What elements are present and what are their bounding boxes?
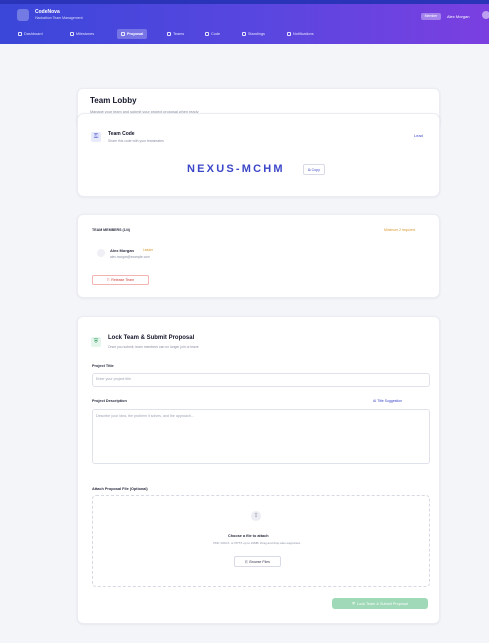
members-warning: Minimum 2 required xyxy=(384,228,415,232)
nav-label: Standings xyxy=(248,32,265,36)
bell-icon xyxy=(287,32,291,36)
team-code-value: NEXUS-MCHM xyxy=(187,163,285,175)
brand-name: CodeNova xyxy=(35,9,60,15)
team-code-subtitle: Share this code with your teammates xyxy=(108,139,164,143)
lock-icon: ⛨ xyxy=(91,337,101,347)
grid-icon xyxy=(18,32,22,36)
copy-code-button[interactable]: ⧉ Copy xyxy=(303,164,325,175)
submit-proposal-label: Lock Team & Submit Proposal xyxy=(357,601,408,606)
project-description-placeholder: Describe your idea, the problem it solve… xyxy=(96,414,194,418)
project-title-label: Project Title xyxy=(92,364,114,368)
team-code-card xyxy=(77,113,440,197)
member-name: Alex Morgan xyxy=(110,248,135,253)
document-icon xyxy=(121,32,125,36)
copy-label: Copy xyxy=(311,167,320,172)
release-team-label: Release Team xyxy=(111,278,135,282)
copy-icon: ⧉ xyxy=(308,167,311,172)
member-role-badge: Leader xyxy=(143,248,153,252)
main-nav: Dashboard Milestones Proposal Teams Code… xyxy=(15,29,485,39)
trophy-icon xyxy=(242,32,246,36)
member-avatar xyxy=(97,249,105,257)
nav-item-code[interactable]: Code xyxy=(205,29,220,39)
nav-label: Teams xyxy=(173,32,185,36)
flag-icon xyxy=(70,32,74,36)
upload-icon: ⇪ xyxy=(251,511,261,521)
header-top-strip xyxy=(0,0,489,4)
proposal-subtitle: Once you submit, team members can no lon… xyxy=(108,345,199,349)
team-code-title: Team Code xyxy=(108,131,135,137)
nav-label: Proposal xyxy=(127,32,144,36)
key-icon: ⚿ xyxy=(91,132,101,142)
browse-files-button[interactable]: ⎘ Browse Files xyxy=(234,556,281,567)
folder-icon: ⎘ xyxy=(245,559,248,564)
nav-item-notifications[interactable]: Notifications xyxy=(287,29,314,39)
project-title-placeholder: Enter your project title xyxy=(96,377,131,381)
nav-item-standings[interactable]: Standings xyxy=(242,29,265,39)
member-email: alex.morgan@example.com xyxy=(110,255,150,259)
page-title: Team Lobby xyxy=(90,96,137,105)
proposal-title: Lock Team & Submit Proposal xyxy=(108,335,195,341)
upload-hint: PDF, DOCX, or PPTX up to 10MB. Drag and … xyxy=(213,541,301,545)
users-icon xyxy=(167,32,171,36)
release-team-button[interactable]: ⎋ Release Team xyxy=(92,275,149,285)
nav-label: Dashboard xyxy=(24,32,43,36)
nav-item-proposal[interactable]: Proposal xyxy=(117,29,148,39)
nav-item-milestones[interactable]: Milestones xyxy=(70,29,94,39)
app-logo-icon[interactable] xyxy=(17,9,29,21)
lead-badge: Lead xyxy=(414,133,423,138)
members-heading: TEAM MEMBERS (1/4) xyxy=(92,228,130,232)
nav-item-dashboard[interactable]: Dashboard xyxy=(18,29,43,39)
brand-subtitle: Hackathon Team Management xyxy=(35,16,83,20)
nav-item-teams[interactable]: Teams xyxy=(167,29,184,39)
lock-small-icon: ⛨ xyxy=(352,601,356,606)
upload-title: Choose a file to attach xyxy=(228,534,269,538)
user-avatar[interactable] xyxy=(482,11,489,19)
ai-suggestion-link[interactable]: AI Title Suggestion xyxy=(373,399,402,403)
user-name[interactable]: Alex Morgan xyxy=(447,14,469,19)
user-role-badge[interactable]: Member xyxy=(421,13,441,20)
nav-label: Milestones xyxy=(76,32,95,36)
attach-file-label: Attach Proposal File (Optional) xyxy=(92,487,148,491)
project-description-label: Project Description xyxy=(92,399,127,403)
code-icon xyxy=(205,32,209,36)
nav-label: Notifications xyxy=(293,32,314,36)
exit-icon: ⎋ xyxy=(106,278,110,282)
browse-files-label: Browse Files xyxy=(249,559,270,564)
nav-label: Code xyxy=(211,32,221,36)
project-title-input[interactable] xyxy=(92,373,430,387)
submit-proposal-button[interactable]: ⛨ Lock Team & Submit Proposal xyxy=(332,598,428,609)
